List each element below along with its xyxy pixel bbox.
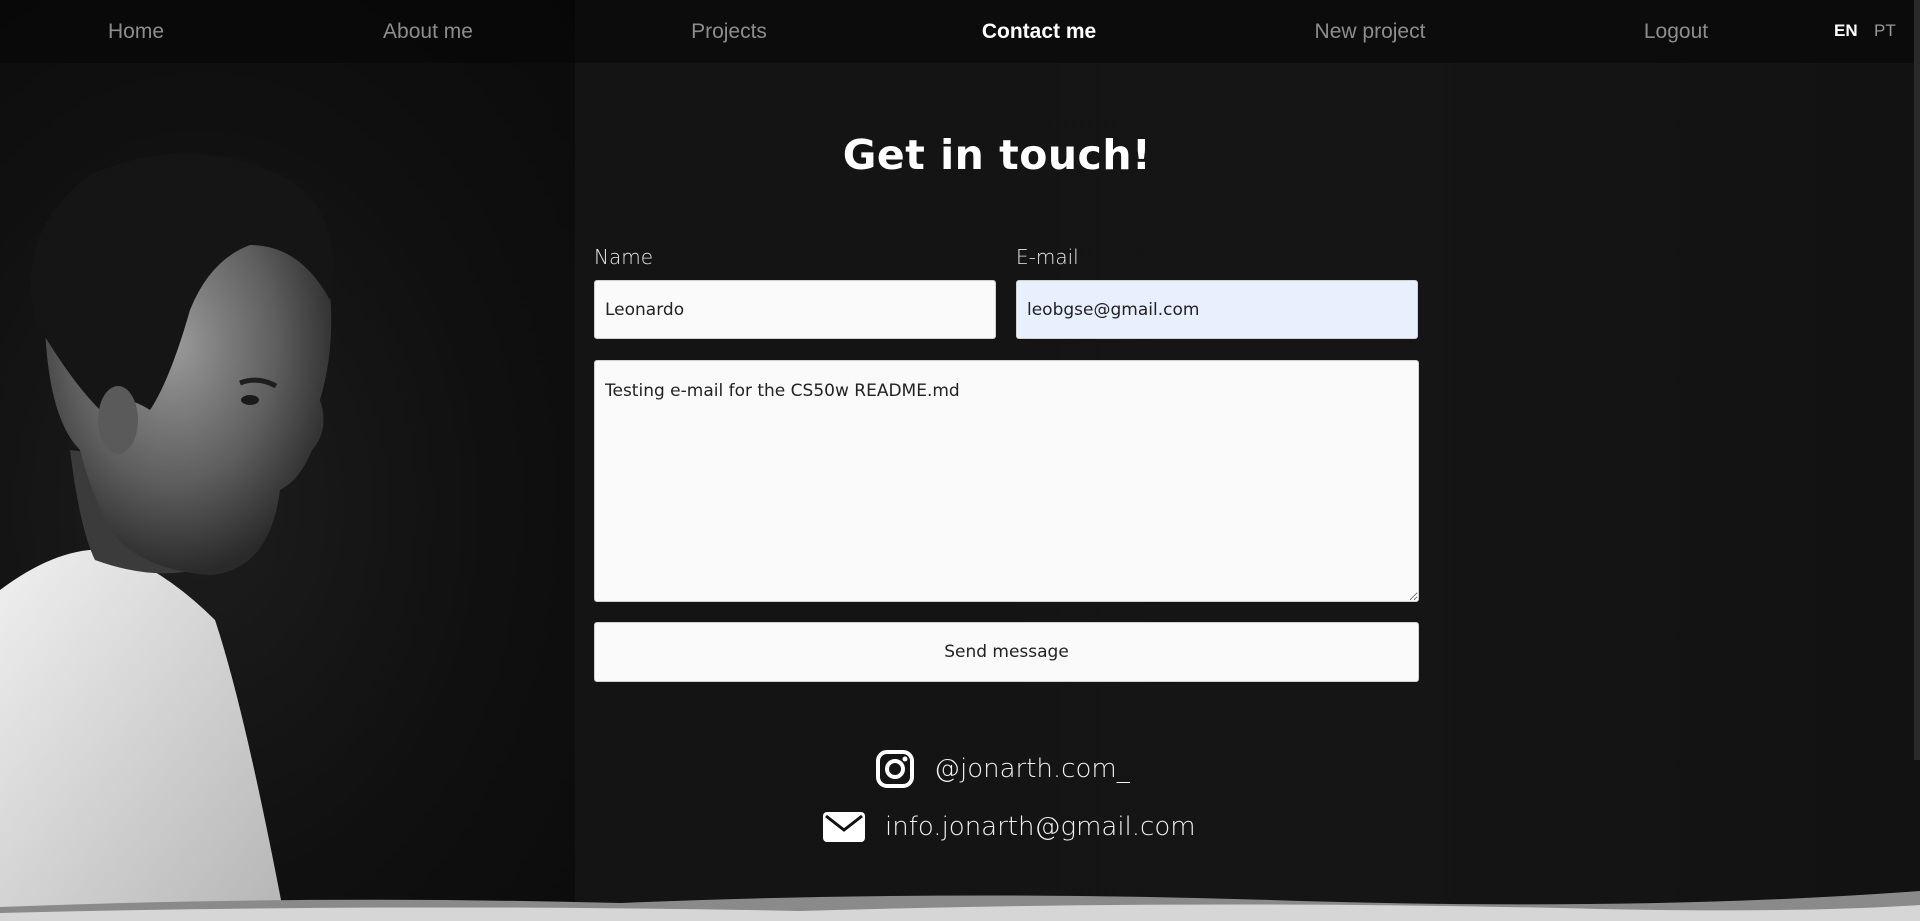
nav-home[interactable]: Home xyxy=(108,20,164,44)
envelope-icon xyxy=(823,812,865,842)
name-label: Name xyxy=(594,245,654,269)
email-contact: info.jonarth@gmail.com xyxy=(823,812,1196,842)
nav-contact-me[interactable]: Contact me xyxy=(982,20,1096,44)
email-label: E-mail xyxy=(1016,245,1079,269)
send-message-button[interactable]: Send message xyxy=(594,622,1419,682)
bottom-wave xyxy=(0,891,1920,921)
instagram-contact: @jonarth.com_ xyxy=(876,750,1130,788)
name-input[interactable] xyxy=(594,280,996,339)
instagram-handle[interactable]: @jonarth.com_ xyxy=(934,754,1130,784)
language-pt[interactable]: PT xyxy=(1874,21,1896,41)
contact-email[interactable]: info.jonarth@gmail.com xyxy=(885,812,1196,842)
page-scrollbar-thumb[interactable] xyxy=(1914,0,1920,760)
nav-new-project[interactable]: New project xyxy=(1315,20,1426,44)
nav-logout[interactable]: Logout xyxy=(1644,20,1708,44)
nav-projects[interactable]: Projects xyxy=(691,20,767,44)
language-en[interactable]: EN xyxy=(1834,21,1858,41)
top-navigation: Home About me Projects Contact me New pr… xyxy=(0,0,1920,63)
portrait-photo xyxy=(0,153,334,921)
instagram-icon xyxy=(876,750,914,788)
message-textarea[interactable]: Testing e-mail for the CS50w README.md xyxy=(594,360,1419,602)
page-title: Get in touch! xyxy=(842,131,1152,179)
email-input[interactable] xyxy=(1016,280,1418,339)
nav-about-me[interactable]: About me xyxy=(383,20,473,44)
